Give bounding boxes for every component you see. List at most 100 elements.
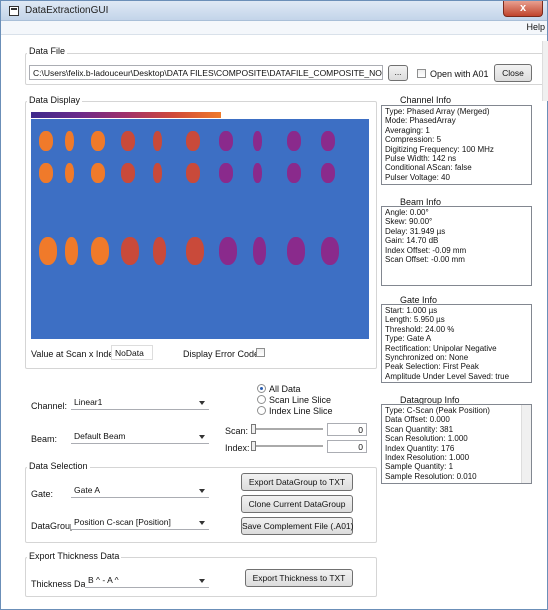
beam-select[interactable]: Default Beam [71,429,209,444]
gate-select-value: Gate A [74,485,100,495]
scan-slider-thumb[interactable] [251,424,256,434]
scan-label: Scan: [225,426,249,436]
cscan-indication [65,163,74,183]
cscan-indication [186,163,200,183]
close-file-button[interactable]: Close [494,64,532,82]
gate-info-box: Start: 1.000 µs Length: 5.950 µs Threshold… [381,304,532,383]
scan-line-slice-label: Scan Line Slice [269,395,332,405]
all-data-radio[interactable] [257,384,266,393]
browse-button[interactable]: ... [388,65,408,81]
channel-info-line: Conditional AScan: false [385,163,472,173]
scan-value-field[interactable]: 0 [327,423,367,436]
thickness-data-select-value: B ^ - A ^ [88,575,119,585]
data-file-label: Data File [27,46,68,56]
cscan-indication [91,237,109,265]
cscan-indication [186,131,200,151]
channel-info-line: Mode: PhasedArray [385,116,456,126]
cscan-indication [121,131,135,151]
gate-select[interactable]: Gate A [71,483,209,498]
save-complement-button[interactable]: Save Complement File (.A01) [241,517,354,535]
gate-info-line: Synchronized on: None [385,353,469,363]
index-slider-track[interactable] [251,445,323,447]
cscan-indication [253,237,266,265]
datagroup-select[interactable]: Position C-scan [Position] [71,515,209,530]
data-display-label: Data Display [27,95,83,105]
scan-line-slice-radio[interactable] [257,395,266,404]
cscan-indication [287,237,305,265]
gate-info-line: Amplitude Under Level Saved: true [385,371,510,381]
datagroup-info-line: Sample Quantity: 1 [385,462,454,472]
beam-info-line: Index Offset: -0.09 mm [385,245,467,255]
cscan-indication [186,237,204,265]
scan-slider-track[interactable] [251,428,323,430]
cscan-indication [321,237,339,265]
cscan-indication [321,163,335,183]
channel-select[interactable]: Linear1 [71,395,209,410]
datagroup-info-line: Scan Quantity: 381 [385,424,454,434]
file-path-field[interactable]: C:\Users\felix.b-ladouceur\Desktop\DATA … [29,65,383,80]
datagroup-info-line: Type: C-Scan (Peak Position) [385,406,490,415]
chevron-down-icon [199,401,205,405]
gate-info-line: Start: 1.000 µs [385,306,438,315]
value-at-scan-label: Value at Scan x Index: [31,349,121,359]
cscan-indication [153,131,162,151]
index-line-slice-radio[interactable] [257,406,266,415]
export-thickness-button[interactable]: Export Thickness to TXT [245,569,353,587]
datagroup-info-line: Sample Resolution: 0.010 [385,471,477,481]
gate-info-line: Rectification: Unipolar Negative [385,343,497,353]
cscan-indication [219,163,233,183]
cscan-indication [65,131,74,151]
beam-select-value: Default Beam [74,431,126,441]
cscan-plot[interactable] [31,119,369,339]
cscan-indication [321,131,335,151]
clone-datagroup-button[interactable]: Clone Current DataGroup [241,495,353,513]
datagroup-select-value: Position C-scan [Position] [74,517,171,527]
menu-help[interactable]: Help [526,22,545,32]
cscan-indication [91,163,105,183]
cscan-indication [287,163,301,183]
beam-info-line: Delay: 31.949 µs [385,226,446,236]
chevron-down-icon [199,435,205,439]
data-selection-label: Data Selection [27,461,90,471]
export-thickness-label: Export Thickness Data [27,551,122,561]
display-error-codes-checkbox[interactable] [256,348,265,357]
channel-label: Channel: [31,401,68,411]
channel-info-line: Type: Phased Array (Merged) [385,107,490,116]
gate-info-line: Length: 5.950 µs [385,315,445,325]
index-value-field[interactable]: 0 [327,440,367,453]
window-close-button[interactable]: x [503,1,543,17]
cscan-indication [287,131,301,151]
cscan-indication [39,237,57,265]
cscan-indication [219,237,237,265]
cscan-indication [253,131,262,151]
channel-info-line: Pulse Width: 142 ns [385,154,457,164]
datagroup-info-line: Scan Resolution: 1.000 [385,434,468,444]
datagroup-info-box: Type: C-Scan (Peak Position) Data Offset:… [381,404,532,484]
display-error-codes-label: Display Error Codes [183,349,264,359]
window-scrollbar[interactable] [542,41,548,101]
channel-info-line: Digitizing Frequency: 100 MHz [385,144,494,154]
datagroup-info-line: Index Quantity: 176 [385,443,455,453]
beam-info-line: Gain: 14.70 dB [385,236,439,246]
index-slider-thumb[interactable] [251,441,256,451]
export-datagroup-button[interactable]: Export DataGroup to TXT [241,473,353,491]
open-with-a01-checkbox[interactable] [417,69,426,78]
channel-info-line: Averaging: 1 [385,125,430,135]
open-with-a01-label: Open with A01 [430,69,489,79]
cscan-indication [153,163,162,183]
cscan-indication [91,131,105,151]
title-bar[interactable]: DataExtractionGUI x [1,1,547,21]
app-icon [9,6,19,16]
beam-info-line: Skew: 90.00° [385,217,433,227]
all-data-label: All Data [269,384,301,394]
beam-info-box: Angle: 0.00° Skew: 90.00° Delay: 31.949 µs… [381,206,532,286]
datagroup-scrollbar[interactable] [521,405,531,483]
channel-info-box: Type: Phased Array (Merged) Mode: PhasedA… [381,105,532,185]
gate-info-line: Threshold: 24.00 % [385,324,455,334]
color-scale-bar [31,112,221,118]
thickness-data-select[interactable]: B ^ - A ^ [85,573,209,588]
cscan-indication [65,237,78,265]
index-label: Index: [225,443,250,453]
cscan-indication [121,237,139,265]
chevron-down-icon [199,489,205,493]
